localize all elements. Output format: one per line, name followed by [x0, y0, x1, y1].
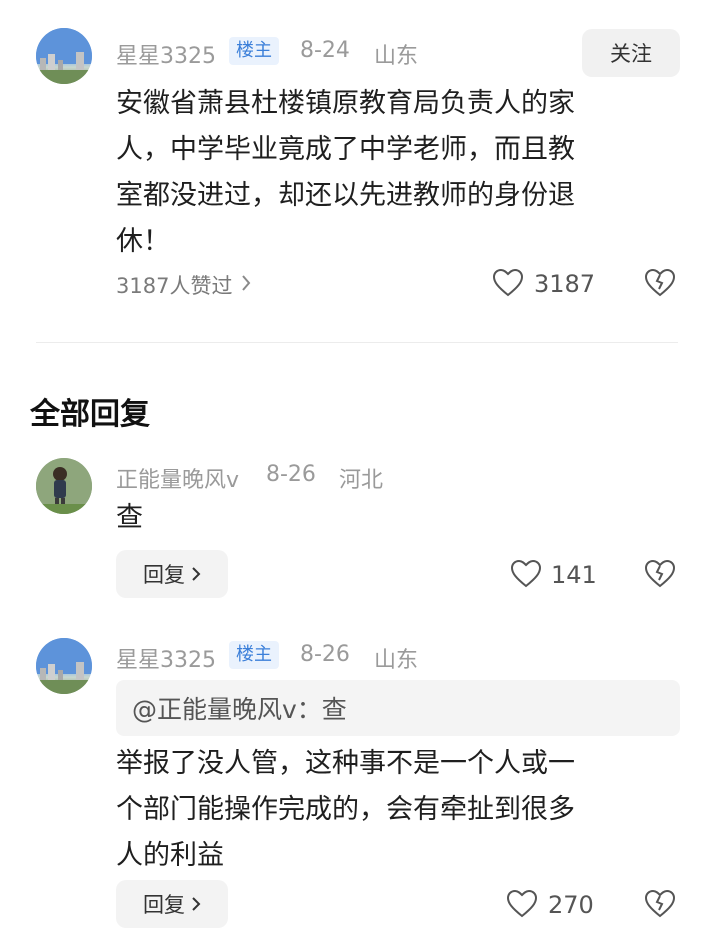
reply-date: 8-26 — [300, 642, 350, 667]
divider — [36, 342, 678, 343]
reply-button[interactable]: 回复 — [116, 880, 228, 928]
chevron-right-icon — [192, 897, 201, 911]
heart-icon[interactable] — [510, 559, 542, 593]
post-content-line: 休！ — [116, 226, 170, 257]
reply-button-label: 回复 — [143, 893, 185, 917]
reply-button[interactable]: 回复 — [116, 550, 228, 598]
reply-location: 河北 — [339, 468, 384, 493]
liked-by-link[interactable]: 3187人赞过 — [116, 270, 252, 300]
reply-content-line: 人的利益 — [116, 840, 224, 871]
section-title: 全部回复 — [30, 397, 150, 432]
post-content-line: 人，中学毕业竟成了中学老师，而且教 — [116, 134, 575, 165]
heart-icon[interactable] — [492, 268, 524, 302]
op-badge: 楼主 — [229, 641, 279, 669]
like-count: 3187 — [534, 270, 596, 298]
reply-username[interactable]: 正能量晚风v — [116, 462, 239, 494]
chevron-right-icon — [240, 273, 252, 297]
post-content-line: 安徽省萧县杜楼镇原教育局负责人的家 — [116, 88, 575, 119]
op-badge: 楼主 — [229, 37, 279, 65]
broken-heart-icon[interactable] — [644, 268, 676, 302]
chevron-right-icon — [192, 567, 201, 581]
reply-content-line: 查 — [116, 502, 143, 533]
broken-heart-icon[interactable] — [644, 559, 676, 593]
reply-content: 查 — [116, 495, 143, 541]
avatar[interactable] — [36, 638, 92, 694]
reply-username[interactable]: 星星3325 — [116, 642, 216, 674]
heart-icon[interactable] — [506, 889, 538, 923]
reply-content-line: 举报了没人管，这种事不是一个人或一 — [116, 748, 575, 779]
avatar[interactable] — [36, 458, 92, 514]
post-content: 安徽省萧县杜楼镇原教育局负责人的家 人，中学毕业竟成了中学老师，而且教 室都没进… — [116, 81, 696, 265]
quoted-reply-text: @正能量晚风v：查 — [132, 695, 347, 724]
reply-button-label: 回复 — [143, 563, 185, 587]
reply-location: 山东 — [374, 648, 419, 673]
post-username[interactable]: 星星3325 — [116, 38, 216, 70]
like-count: 270 — [548, 891, 594, 919]
liked-by-text: 3187人赞过 — [116, 274, 233, 298]
reply-content-line: 个部门能操作完成的，会有牵扯到很多 — [116, 794, 575, 825]
like-count: 141 — [551, 561, 597, 589]
post-content-line: 室都没进过，却还以先进教师的身份退 — [116, 180, 575, 211]
broken-heart-icon[interactable] — [644, 889, 676, 923]
follow-button[interactable]: 关注 — [582, 29, 680, 77]
reply-date: 8-26 — [266, 462, 316, 487]
avatar[interactable] — [36, 28, 92, 84]
post-location: 山东 — [374, 44, 419, 69]
quoted-reply[interactable]: @正能量晚风v：查 — [116, 680, 680, 736]
reply-content: 举报了没人管，这种事不是一个人或一 个部门能操作完成的，会有牵扯到很多 人的利益 — [116, 741, 696, 879]
post-date: 8-24 — [300, 38, 350, 63]
